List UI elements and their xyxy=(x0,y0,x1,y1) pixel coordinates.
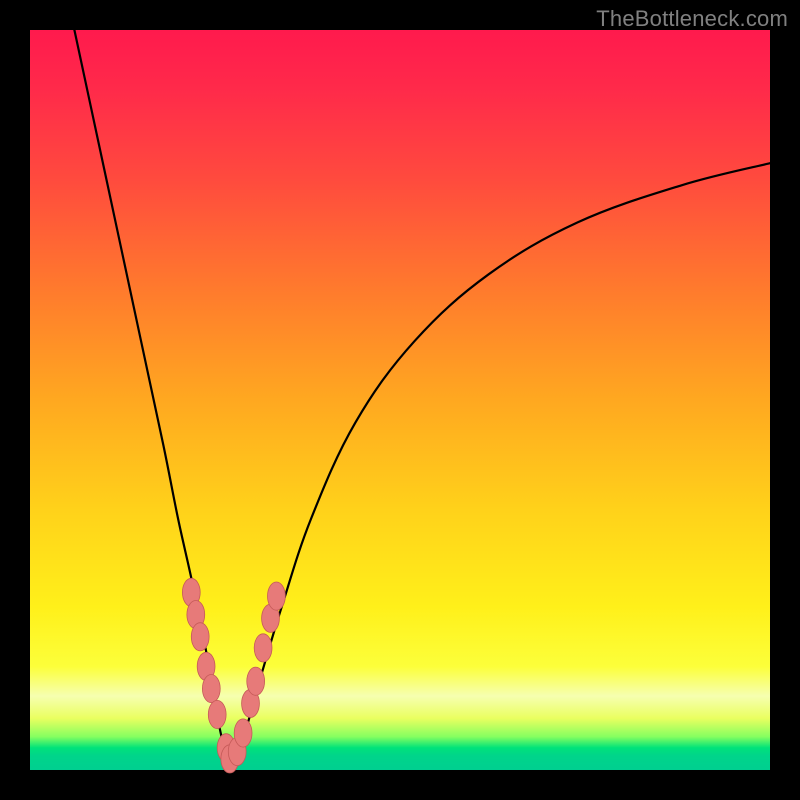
watermark-text: TheBottleneck.com xyxy=(596,6,788,32)
bead-right-3 xyxy=(247,667,265,695)
curve-layer xyxy=(30,30,770,770)
bead-left-4 xyxy=(202,675,220,703)
bead-right-1 xyxy=(234,719,252,747)
bead-right-4 xyxy=(254,634,272,662)
bead-left-2 xyxy=(191,623,209,651)
right-branch-path xyxy=(230,163,770,762)
bead-group xyxy=(182,578,285,773)
bead-right-6 xyxy=(268,582,286,610)
bead-left-5 xyxy=(208,700,226,728)
chart-frame: TheBottleneck.com xyxy=(0,0,800,800)
plot-area xyxy=(30,30,770,770)
